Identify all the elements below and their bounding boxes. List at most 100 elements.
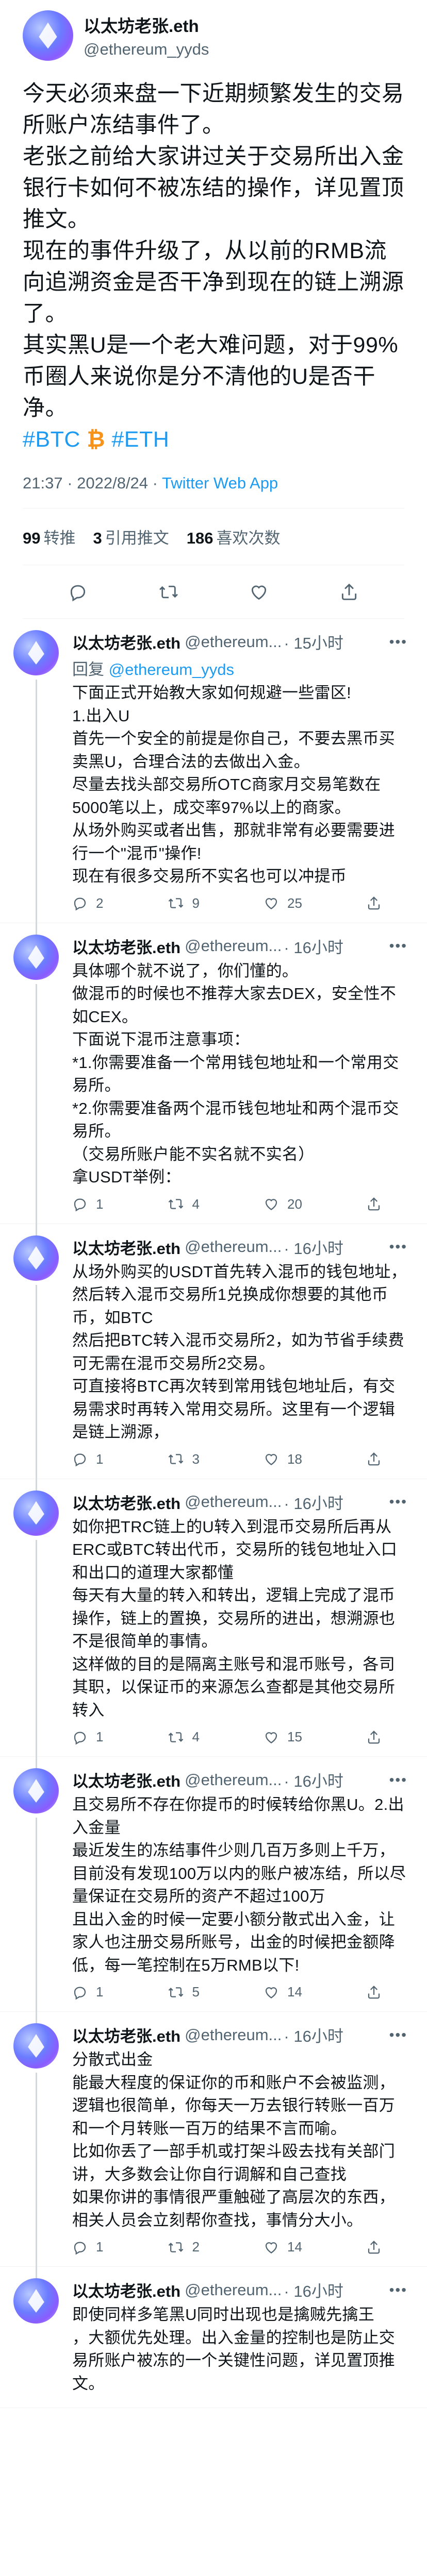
reply-icon <box>72 2240 88 2255</box>
like-action[interactable]: 18 <box>264 1451 302 1467</box>
reply-left-column <box>13 2278 68 2408</box>
reply-author-handle[interactable]: @ethereum... <box>185 1493 282 1511</box>
reply-author-handle[interactable]: @ethereum... <box>185 633 282 651</box>
reply-avatar[interactable] <box>13 2023 59 2069</box>
reply-to-handle[interactable]: @ethereum_yyds <box>109 660 234 679</box>
reply-timestamp[interactable]: · 16小时 <box>284 1490 343 1514</box>
reply-author-name[interactable]: 以太坊老张.eth <box>72 1768 180 1791</box>
reply-avatar[interactable] <box>13 1235 59 1281</box>
reply-timestamp[interactable]: · 16小时 <box>284 2278 343 2301</box>
reply-tweet[interactable]: 以太坊老张.eth @ethereum... · 16小时 ••• 分散式出金 … <box>0 2012 427 2279</box>
reply-action[interactable]: 1 <box>72 1729 103 1745</box>
like-action[interactable]: 14 <box>264 2239 302 2255</box>
reply-tweet[interactable]: 以太坊老张.eth @ethereum... · 16小时 ••• 如你把TRC… <box>0 1479 427 1769</box>
reply-body: 以太坊老张.eth @ethereum... · 16小时 ••• 如你把TRC… <box>68 1490 414 1757</box>
author-avatar[interactable] <box>23 10 73 61</box>
share-action[interactable] <box>366 1451 382 1467</box>
reply-avatar[interactable] <box>13 2278 59 2324</box>
reply-timestamp[interactable]: · 15小时 <box>284 630 343 653</box>
reply-author-handle[interactable]: @ethereum... <box>185 1771 282 1789</box>
share-action[interactable] <box>366 1730 382 1745</box>
more-icon[interactable]: ••• <box>389 2282 407 2298</box>
reply-line: 做混币的时候也不推荐大家去DEX，安全性不如CEX。 <box>72 985 397 1026</box>
main-tweet-line: 其实黑U是一个老大难问题，对于99%币圈人来说你是分不清他的U是否干净。 <box>23 333 399 420</box>
reply-tweet[interactable]: 以太坊老张.eth @ethereum... · 16小时 ••• 即使同样多笔… <box>0 2267 427 2408</box>
reply-actions: 1 4 15 <box>72 1722 382 1756</box>
reply-author-name[interactable]: 以太坊老张.eth <box>72 630 180 653</box>
reply-action[interactable]: 1 <box>72 1984 103 2000</box>
reply-avatar[interactable] <box>13 1768 59 1814</box>
like-action[interactable]: 20 <box>264 1196 302 1212</box>
reply-left-column <box>13 2023 68 2279</box>
retweets-stat[interactable]: 99 转推 <box>23 525 75 548</box>
reply-line: 如你把TRC链上的U转入到混币交易所后再从ERC或BTC转出代币，交易所的钱包地… <box>72 1517 398 1582</box>
retweet-action[interactable]: 4 <box>168 1729 200 1745</box>
like-action[interactable]: 15 <box>264 1729 302 1745</box>
reply-tweet[interactable]: 以太坊老张.eth @ethereum... · 16小时 ••• 且交易所不存… <box>0 1757 427 2024</box>
share-action[interactable] <box>366 2240 382 2255</box>
reply-icon[interactable] <box>68 582 88 602</box>
reply-line: （交易所账户能不实名就不实名） <box>72 1145 315 1163</box>
more-icon[interactable]: ••• <box>389 634 407 650</box>
tweet-source[interactable]: Twitter Web App <box>162 474 278 492</box>
reply-author-handle[interactable]: @ethereum... <box>185 937 282 955</box>
hashtag-eth[interactable]: #ETH <box>111 427 169 452</box>
more-icon[interactable]: ••• <box>389 2027 407 2043</box>
main-author[interactable]: 以太坊老张.eth @ethereum_yyds <box>23 10 404 61</box>
reply-timestamp[interactable]: · 16小时 <box>284 935 343 958</box>
reply-count: 2 <box>96 895 104 911</box>
reply-author-handle[interactable]: @ethereum... <box>185 1238 282 1256</box>
reply-action[interactable]: 1 <box>72 1196 103 1212</box>
retweet-action[interactable]: 3 <box>168 1451 200 1467</box>
share-action[interactable] <box>366 1985 382 2000</box>
quotes-stat[interactable]: 3 引用推文 <box>93 525 169 548</box>
reply-author-name[interactable]: 以太坊老张.eth <box>72 2278 180 2301</box>
reply-timestamp[interactable]: · 16小时 <box>284 1235 343 1259</box>
retweet-action[interactable]: 9 <box>168 895 200 911</box>
like-count: 18 <box>287 1451 302 1467</box>
reply-avatar[interactable] <box>13 934 59 980</box>
reply-action[interactable]: 1 <box>72 2239 103 2255</box>
reply-timestamp[interactable]: · 16小时 <box>284 2023 343 2046</box>
reply-author-handle[interactable]: @ethereum... <box>185 2281 282 2299</box>
reply-line: 可直接将BTC再次转到常用钱包地址后，有交易需求时再转入常用交易所。这里有一个逻… <box>72 1377 396 1441</box>
more-icon[interactable]: ••• <box>389 938 407 954</box>
tweet-timestamp[interactable]: 21:37 · 2022/8/24 · <box>23 474 162 492</box>
author-handle[interactable]: @ethereum_yyds <box>84 40 209 59</box>
reply-author-name[interactable]: 以太坊老张.eth <box>72 935 180 958</box>
share-action[interactable] <box>366 895 382 911</box>
reply-line: 然后把BTC转入混币交易所2，如为节省手续费可无需在混币交易所2交易。 <box>72 1331 404 1372</box>
more-icon[interactable]: ••• <box>389 1494 407 1510</box>
reply-tweet[interactable]: 以太坊老张.eth @ethereum... · 16小时 ••• 从场外购买的… <box>0 1224 427 1491</box>
reply-author-name[interactable]: 以太坊老张.eth <box>72 1490 180 1514</box>
share-icon[interactable] <box>339 582 359 602</box>
retweet-action[interactable]: 2 <box>168 2239 200 2255</box>
reply-author-name[interactable]: 以太坊老张.eth <box>72 1235 180 1259</box>
more-icon[interactable]: ••• <box>389 1772 407 1788</box>
like-action[interactable]: 14 <box>264 1984 302 2000</box>
reply-action[interactable]: 1 <box>72 1451 103 1467</box>
reply-author-name[interactable]: 以太坊老张.eth <box>72 2023 180 2046</box>
reply-action[interactable]: 2 <box>72 895 103 911</box>
reply-tweet[interactable]: 以太坊老张.eth @ethereum... · 16小时 ••• 具体哪个就不… <box>0 923 427 1236</box>
author-display-name[interactable]: 以太坊老张.eth <box>84 12 209 37</box>
reply-tweet[interactable]: 以太坊老张.eth @ethereum... · 15小时 ••• 回复 @et… <box>0 619 427 935</box>
heart-icon[interactable] <box>249 582 269 602</box>
reply-header: 以太坊老张.eth @ethereum... · 15小时 ••• <box>72 630 407 653</box>
reply-avatar[interactable] <box>13 630 59 675</box>
share-action[interactable] <box>366 1196 382 1212</box>
retweet-icon <box>168 895 184 911</box>
reply-line: 尽量去找头部交易所OTC商家月交易笔数在5000笔以上，成交率97%以上的商家。 <box>72 775 381 817</box>
reply-icon <box>72 1730 88 1745</box>
likes-stat[interactable]: 186 喜欢次数 <box>187 525 281 548</box>
reply-avatar[interactable] <box>13 1490 59 1536</box>
reply-text: 下面正式开始教大家如何规避一些雷区! 1.出入U 首先一个安全的前提是你自己，不… <box>72 682 407 888</box>
retweet-action[interactable]: 5 <box>168 1984 200 2000</box>
hashtag-btc[interactable]: #BTC <box>23 427 80 452</box>
retweet-action[interactable]: 4 <box>168 1196 200 1212</box>
retweet-icon[interactable] <box>158 582 179 602</box>
reply-timestamp[interactable]: · 16小时 <box>284 1768 343 1791</box>
like-action[interactable]: 25 <box>264 895 302 911</box>
reply-author-handle[interactable]: @ethereum... <box>185 2026 282 2044</box>
more-icon[interactable]: ••• <box>389 1239 407 1255</box>
